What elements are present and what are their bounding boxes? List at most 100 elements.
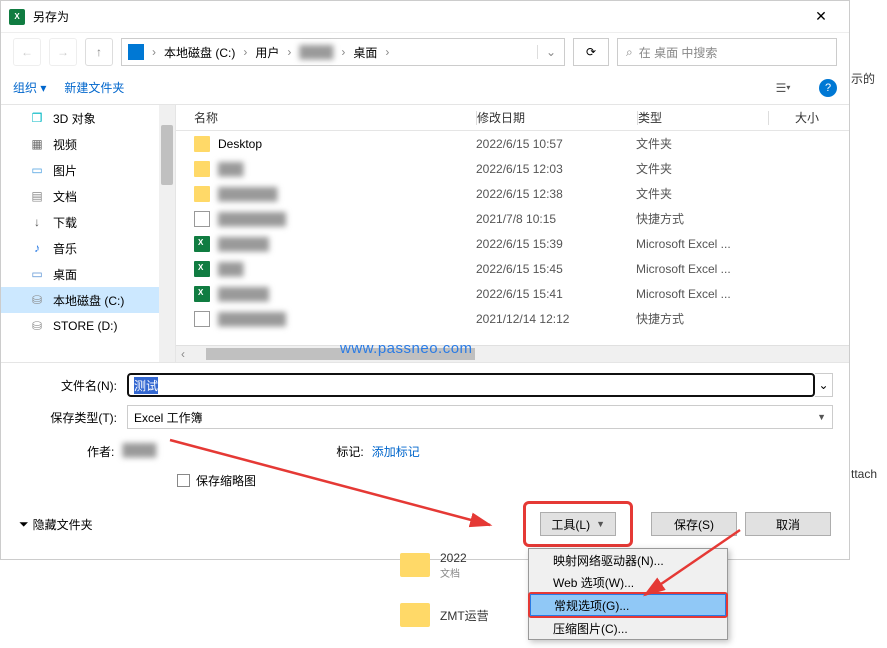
col-name[interactable]: 名称 bbox=[176, 109, 476, 126]
file-list[interactable]: Desktop2022/6/15 10:57文件夹 ███ 2022/6/15 12… bbox=[176, 131, 849, 345]
disk-icon: ⛁ bbox=[29, 318, 45, 334]
organize-menu[interactable]: 组织 ▾ bbox=[13, 79, 46, 96]
file-row[interactable]: ████████2021/7/8 10:15快捷方式 bbox=[176, 206, 849, 231]
cube-icon: ❒ bbox=[29, 110, 45, 126]
excel-icon bbox=[194, 261, 210, 277]
file-row[interactable]: ███2022/6/15 15:45Microsoft Excel ... bbox=[176, 256, 849, 281]
thumbnail-checkbox[interactable] bbox=[177, 474, 190, 487]
sidebar-item[interactable]: ▭ 桌面 bbox=[1, 261, 175, 287]
excel-icon bbox=[194, 286, 210, 302]
breadcrumb[interactable]: › 本地磁盘 (C:) › 用户 › ████ › 桌面 › ⌄ bbox=[121, 38, 565, 66]
sidebar-item[interactable]: ▭图片 bbox=[1, 157, 175, 183]
sidebar-item-label: 文档 bbox=[53, 188, 77, 205]
breadcrumb-desktop[interactable]: 桌面 bbox=[349, 42, 381, 63]
file-name: ███ bbox=[218, 162, 244, 176]
tag-value[interactable]: 添加标记 bbox=[372, 443, 420, 460]
folder-icon bbox=[194, 161, 210, 177]
sidebar-item[interactable]: ❒3D 对象 bbox=[1, 105, 175, 131]
file-row[interactable]: ██████ 2022/6/15 15:39Microsoft Excel ... bbox=[176, 231, 849, 256]
author-value[interactable]: ████ bbox=[122, 443, 156, 460]
file-name: Desktop bbox=[218, 137, 262, 151]
tools-item-compress[interactable]: 压缩图片(C)... bbox=[529, 617, 727, 639]
sidebar-item-label: 下载 bbox=[53, 214, 77, 231]
breadcrumb-dropdown[interactable]: ⌄ bbox=[537, 45, 564, 59]
file-name: ███████ bbox=[218, 187, 278, 201]
excel-app-icon: X bbox=[9, 9, 25, 25]
search-icon: ⌕ bbox=[626, 45, 633, 60]
cancel-button[interactable]: 取消 bbox=[745, 512, 831, 536]
forward-button[interactable]: → bbox=[49, 38, 77, 66]
tools-item-web[interactable]: Web 选项(W)... bbox=[529, 571, 727, 593]
hide-folders-link[interactable]: ⏷隐藏文件夹 bbox=[19, 516, 93, 533]
save-button[interactable]: 保存(S) bbox=[651, 512, 737, 536]
thumbnail-label: 保存缩略图 bbox=[196, 472, 256, 489]
tools-dropdown: 映射网络驱动器(N)... Web 选项(W)... 常规选项(G)... 压缩… bbox=[528, 548, 728, 640]
tools-button[interactable]: 工具(L)▼ bbox=[540, 512, 616, 536]
filename-dropdown[interactable]: ⌄ bbox=[815, 373, 833, 397]
sidebar-item-label: 音乐 bbox=[53, 240, 77, 257]
file-row[interactable]: ███ 2022/6/15 12:03文件夹 bbox=[176, 156, 849, 181]
filetype-select[interactable]: Excel 工作簿▼ bbox=[127, 405, 833, 429]
dialog-title: 另存为 bbox=[33, 8, 801, 25]
link-icon bbox=[194, 311, 210, 327]
desktop-icon: ▭ bbox=[29, 266, 45, 282]
file-row[interactable]: Desktop2022/6/15 10:57文件夹 bbox=[176, 131, 849, 156]
sidebar-item[interactable]: ▦视频 bbox=[1, 131, 175, 157]
column-headers: 名称 修改日期 类型 大小 bbox=[176, 105, 849, 131]
file-row[interactable]: ███████ 2022/6/15 12:38文件夹 bbox=[176, 181, 849, 206]
file-name: ██████ bbox=[218, 287, 269, 301]
sidebar-item-label: 桌面 bbox=[53, 266, 77, 283]
folder-icon bbox=[194, 136, 210, 152]
toolbar: 组织 ▾ 新建文件夹 ☰▾ ? bbox=[1, 71, 849, 105]
filename-label: 文件名(N): bbox=[17, 377, 127, 394]
breadcrumb-user[interactable]: ████ bbox=[295, 43, 337, 61]
col-date[interactable]: 修改日期 bbox=[477, 109, 637, 126]
music-icon: ♪ bbox=[29, 240, 45, 256]
search-input[interactable]: ⌕ 在 桌面 中搜索 bbox=[617, 38, 837, 66]
close-button[interactable]: ✕ bbox=[801, 8, 841, 25]
col-type[interactable]: 类型 bbox=[638, 109, 768, 126]
link-icon bbox=[194, 211, 210, 227]
sidebar-item[interactable]: ⛁STORE (D:) bbox=[1, 313, 175, 339]
file-type: 文件夹 bbox=[636, 185, 766, 202]
folder-icon bbox=[194, 186, 210, 202]
refresh-button[interactable]: ⟳ bbox=[573, 38, 609, 66]
tools-item-general[interactable]: 常规选项(G)... bbox=[530, 594, 726, 616]
sidebar-item-label: 本地磁盘 (C:) bbox=[53, 292, 124, 309]
col-size[interactable]: 大小 bbox=[769, 109, 849, 126]
view-options-button[interactable]: ☰▾ bbox=[765, 75, 801, 101]
file-type: 文件夹 bbox=[636, 135, 766, 152]
file-date: 2022/6/15 12:03 bbox=[476, 162, 636, 176]
sidebar-item-label: 图片 bbox=[53, 162, 77, 179]
tools-item-network[interactable]: 映射网络驱动器(N)... bbox=[529, 549, 727, 571]
file-row[interactable]: ██████2022/6/15 15:41Microsoft Excel ... bbox=[176, 281, 849, 306]
file-date: 2022/6/15 15:39 bbox=[476, 237, 636, 251]
sidebar-item[interactable]: ⛁本地磁盘 (C:) bbox=[1, 287, 175, 313]
file-type: Microsoft Excel ... bbox=[636, 262, 766, 276]
file-type: Microsoft Excel ... bbox=[636, 237, 766, 251]
file-type: 快捷方式 bbox=[636, 210, 766, 227]
file-date: 2022/6/15 12:38 bbox=[476, 187, 636, 201]
filename-input[interactable] bbox=[127, 373, 815, 397]
form-area: 文件名(N): ⌄ 保存类型(T): Excel 工作簿▼ 作者: ████ 标… bbox=[1, 362, 849, 489]
breadcrumb-root[interactable]: 本地磁盘 (C:) bbox=[160, 42, 239, 63]
file-type: 文件夹 bbox=[636, 160, 766, 177]
file-name: ██████ bbox=[218, 237, 269, 251]
sidebar-scrollbar[interactable] bbox=[159, 105, 175, 362]
sidebar-item[interactable]: ♪ 音乐 bbox=[1, 235, 175, 261]
download-icon: ↓ bbox=[29, 214, 45, 230]
file-type: Microsoft Excel ... bbox=[636, 287, 766, 301]
back-button[interactable]: ← bbox=[13, 38, 41, 66]
up-button[interactable]: ↑ bbox=[85, 38, 113, 66]
breadcrumb-users[interactable]: 用户 bbox=[251, 42, 283, 63]
horizontal-scrollbar[interactable]: ‹ bbox=[176, 345, 849, 362]
file-date: 2021/7/8 10:15 bbox=[476, 212, 636, 226]
sidebar-item[interactable]: ↓ 下载 bbox=[1, 209, 175, 235]
help-button[interactable]: ? bbox=[819, 79, 837, 97]
file-date: 2021/12/14 12:12 bbox=[476, 312, 636, 326]
titlebar: X 另存为 ✕ bbox=[1, 1, 849, 33]
file-row[interactable]: ████████2021/12/14 12:12快捷方式 bbox=[176, 306, 849, 331]
tag-label: 标记: bbox=[336, 443, 363, 460]
sidebar-item[interactable]: ▤文档 bbox=[1, 183, 175, 209]
new-folder-button[interactable]: 新建文件夹 bbox=[64, 79, 124, 96]
